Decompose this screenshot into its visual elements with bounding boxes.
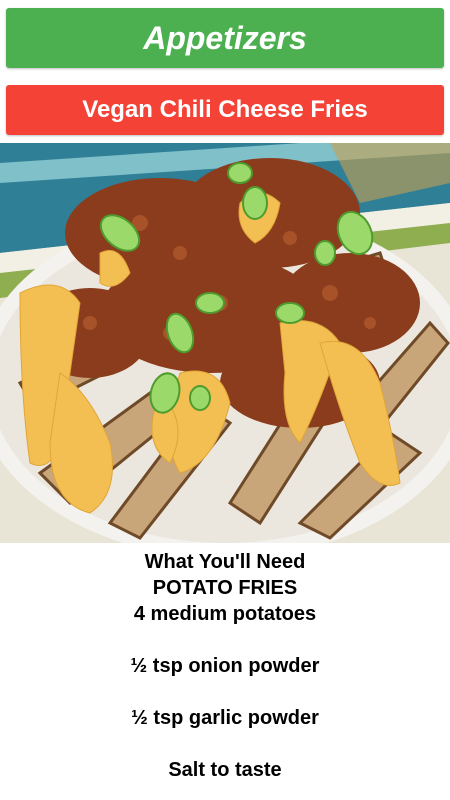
category-header[interactable]: Appetizers <box>6 8 444 68</box>
ingredient-item: 4 medium potatoes <box>133 603 317 625</box>
ingredients-list: What You'll Need POTATO FRIES 4 medium p… <box>0 549 450 783</box>
ingredient-item: Salt to taste <box>168 759 282 781</box>
ingredient-item: ½ tsp onion powder <box>130 655 320 677</box>
ingredients-section-title: POTATO FRIES <box>152 577 298 599</box>
recipe-photo <box>0 143 450 543</box>
ingredient-item: ½ tsp garlic powder <box>131 707 319 729</box>
recipe-title[interactable]: Vegan Chili Cheese Fries <box>6 85 444 135</box>
ingredients-heading: What You'll Need <box>144 551 306 573</box>
